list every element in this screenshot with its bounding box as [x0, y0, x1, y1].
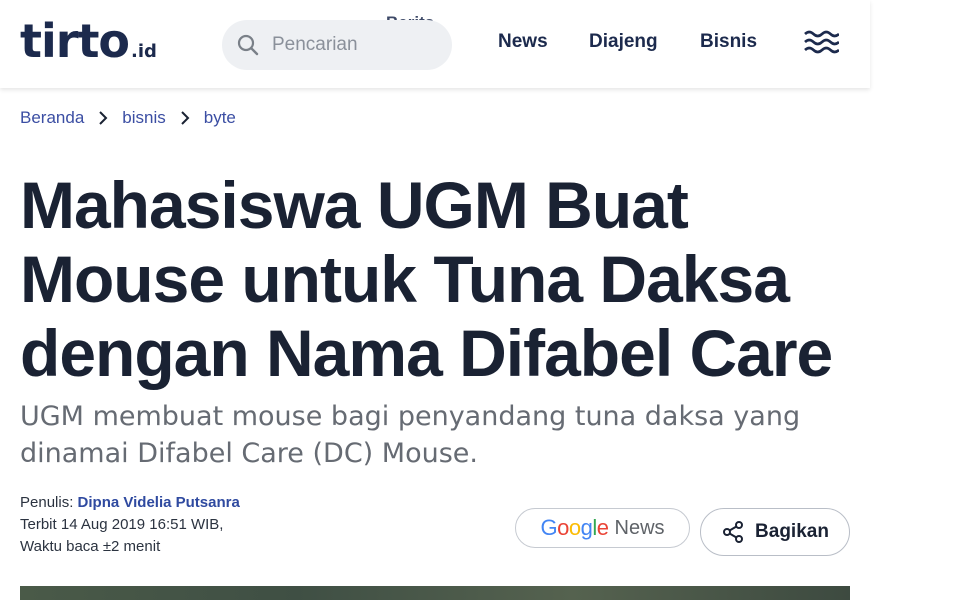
article-title: Mahasiswa UGM Buat Mouse untuk Tuna Daks…	[20, 168, 833, 390]
chevron-right-icon	[99, 111, 108, 125]
search-icon	[237, 34, 259, 56]
breadcrumb-byte[interactable]: byte	[204, 108, 236, 128]
breadcrumb-bisnis[interactable]: bisnis	[122, 108, 165, 128]
breadcrumb: Beranda bisnis byte	[20, 108, 236, 128]
chevron-right-icon	[181, 111, 190, 125]
breadcrumb-home[interactable]: Beranda	[20, 108, 84, 128]
search-input[interactable]	[272, 34, 432, 56]
menu-icon[interactable]	[803, 28, 839, 58]
hero-image	[20, 586, 850, 600]
site-logo[interactable]: tirto .id	[20, 18, 157, 64]
author-label: Penulis:	[20, 494, 78, 511]
logo-domain: .id	[131, 41, 157, 62]
share-label: Bagikan	[755, 521, 829, 542]
google-news-button[interactable]: Google News	[515, 508, 690, 548]
logo-wordmark: tirto	[20, 14, 130, 68]
nav-diajeng[interactable]: Diajeng	[589, 31, 658, 53]
publish-date: Terbit 14 Aug 2019 16:51 WIB,	[20, 516, 224, 533]
nav-bisnis[interactable]: Bisnis	[700, 31, 757, 53]
author-line: Penulis: Dipna Videlia Putsanra	[20, 492, 240, 514]
article-meta: Penulis: Dipna Videlia Putsanra Terbit 1…	[20, 492, 240, 558]
search-box[interactable]	[222, 20, 452, 70]
site-header: tirto .id Berita News Diajeng Bisnis	[0, 0, 870, 88]
article-subtitle: UGM membuat mouse bagi penyandang tuna d…	[20, 401, 801, 469]
share-button[interactable]: Bagikan	[700, 508, 850, 556]
nav-news[interactable]: News	[498, 31, 548, 53]
google-news-label: News	[614, 516, 665, 539]
read-time: Waktu baca ±2 menit	[20, 538, 161, 555]
google-logo: Google	[540, 515, 609, 540]
share-icon	[723, 521, 744, 543]
author-link[interactable]: Dipna Videlia Putsanra	[78, 494, 240, 511]
